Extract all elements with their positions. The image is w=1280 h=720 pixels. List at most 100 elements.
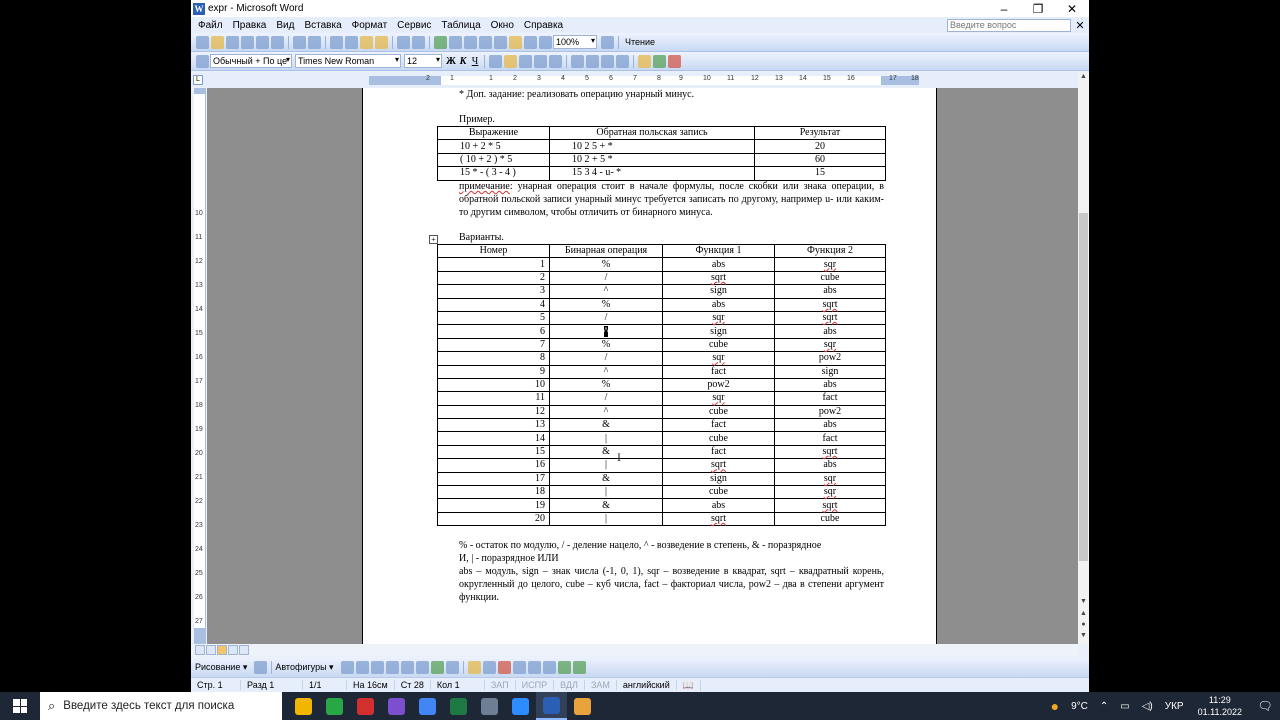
line-color-icon[interactable]: [482, 660, 496, 674]
spelling-status-icon[interactable]: 📖: [677, 679, 701, 691]
help-icon[interactable]: [601, 35, 614, 49]
reading-view-icon[interactable]: [239, 645, 249, 655]
status-trk[interactable]: ИСПР: [516, 680, 555, 690]
menu-format[interactable]: Формат: [347, 20, 393, 31]
network-icon[interactable]: ▭: [1114, 701, 1135, 712]
variants-table[interactable]: Номер Бинарная операция Функция 1 Функци…: [437, 243, 886, 527]
media-icon[interactable]: [474, 692, 505, 720]
format-painter-icon[interactable]: [375, 35, 388, 49]
oval-icon[interactable]: [385, 660, 399, 674]
borders-icon[interactable]: [638, 54, 651, 68]
permission-icon[interactable]: [241, 35, 254, 49]
redo-icon[interactable]: [412, 35, 425, 49]
cloud-app-icon[interactable]: [567, 692, 598, 720]
scroll-thumb[interactable]: [1079, 213, 1088, 561]
minimize-button[interactable]: –: [987, 2, 1021, 16]
opera-icon[interactable]: [350, 692, 381, 720]
picture-icon[interactable]: [445, 660, 459, 674]
file-explorer-icon[interactable]: [288, 692, 319, 720]
start-button[interactable]: [0, 692, 40, 720]
styles-icon[interactable]: [196, 54, 209, 68]
word-icon[interactable]: [536, 692, 567, 720]
tray-chevron-icon[interactable]: ⌃: [1094, 701, 1114, 712]
chrome-icon[interactable]: [412, 692, 443, 720]
wordart-icon[interactable]: [415, 660, 429, 674]
close-button[interactable]: ✕: [1055, 2, 1089, 16]
table-move-handle-icon[interactable]: +: [429, 235, 438, 244]
web-view-icon[interactable]: [206, 645, 216, 655]
spelling-icon[interactable]: [293, 35, 306, 49]
bullets-icon[interactable]: [586, 54, 599, 68]
cut-icon[interactable]: [330, 35, 343, 49]
menu-view[interactable]: Вид: [271, 20, 299, 31]
increase-indent-icon[interactable]: [616, 54, 629, 68]
font-color-icon[interactable]: [668, 54, 681, 68]
undo-icon[interactable]: [397, 35, 410, 49]
next-page-icon[interactable]: ▼: [1078, 632, 1089, 639]
bold-button[interactable]: Ж: [445, 56, 457, 67]
viber-icon[interactable]: [381, 692, 412, 720]
font-select[interactable]: Times New Roman: [295, 54, 401, 68]
style-select[interactable]: Обычный + По це: [210, 54, 292, 68]
weather-icon[interactable]: ●: [1045, 698, 1065, 714]
3d-icon[interactable]: [572, 660, 586, 674]
decrease-indent-icon[interactable]: [601, 54, 614, 68]
document-map-icon[interactable]: [524, 35, 537, 49]
arrow-icon[interactable]: [355, 660, 369, 674]
show-hide-icon[interactable]: [539, 35, 552, 49]
menu-help[interactable]: Справка: [519, 20, 568, 31]
normal-view-icon[interactable]: [195, 645, 205, 655]
new-doc-icon[interactable]: [196, 35, 209, 49]
clipart-icon[interactable]: [430, 660, 444, 674]
horizontal-scrollbar[interactable]: [191, 644, 1078, 656]
tables-borders-icon[interactable]: [449, 35, 462, 49]
maximize-button[interactable]: ❐: [1021, 2, 1055, 16]
menu-file[interactable]: Файл: [193, 20, 228, 31]
insert-table-icon[interactable]: [464, 35, 477, 49]
prev-page-icon[interactable]: ▲: [1078, 610, 1089, 617]
highlight-icon[interactable]: [653, 54, 666, 68]
volume-icon[interactable]: ◁): [1136, 701, 1159, 712]
spreadsheet-app-icon[interactable]: [319, 692, 350, 720]
select-objects-icon[interactable]: [254, 660, 268, 674]
status-language[interactable]: английский: [617, 680, 677, 690]
columns-icon[interactable]: [494, 35, 507, 49]
status-ext[interactable]: ВДЛ: [554, 680, 585, 690]
shadow-icon[interactable]: [557, 660, 571, 674]
menu-edit[interactable]: Правка: [228, 20, 272, 31]
save-icon[interactable]: [226, 35, 239, 49]
autoshapes-menu[interactable]: Автофигуры ▾: [275, 662, 333, 673]
font-color-draw-icon[interactable]: [497, 660, 511, 674]
taskbar-search[interactable]: ⌕ Введите здесь текст для поиска: [40, 692, 282, 720]
print-preview-icon[interactable]: [271, 35, 284, 49]
clock[interactable]: 11:29 01.11.2022: [1190, 694, 1250, 718]
document-area[interactable]: * Доп. задание: реализовать операцию уна…: [207, 88, 1078, 644]
select-browse-object-icon[interactable]: ●: [1078, 621, 1089, 628]
zoom-select[interactable]: 100%: [553, 35, 597, 49]
font-size-select[interactable]: 12: [404, 54, 442, 68]
numbering-icon[interactable]: [571, 54, 584, 68]
print-icon[interactable]: [256, 35, 269, 49]
horizontal-ruler[interactable]: L 2 1 1 2 3 4 5 6 7 8 9 10 11 12 13 14 1…: [191, 73, 1089, 87]
dash-style-icon[interactable]: [527, 660, 541, 674]
menu-tools[interactable]: Сервис: [392, 20, 436, 31]
scroll-up-icon[interactable]: ▲: [1078, 73, 1089, 80]
drawing-icon[interactable]: [509, 35, 522, 49]
align-right-icon[interactable]: [519, 54, 532, 68]
status-rec[interactable]: ЗАП: [485, 680, 516, 690]
vertical-scrollbar[interactable]: ▲ ▼ ▲ ● ▼: [1078, 73, 1089, 644]
input-language[interactable]: УКР: [1159, 701, 1190, 712]
vertical-ruler[interactable]: 10 11 12 13 14 15 16 17 18 19 20 21 22 2…: [194, 88, 206, 644]
scroll-down-icon[interactable]: ▼: [1078, 598, 1089, 605]
paste-icon[interactable]: [360, 35, 373, 49]
menu-table[interactable]: Таблица: [436, 20, 485, 31]
arrow-style-icon[interactable]: [542, 660, 556, 674]
drawing-menu[interactable]: Рисование ▾: [195, 662, 247, 673]
align-left-icon[interactable]: [489, 54, 502, 68]
print-layout-icon[interactable]: [217, 645, 227, 655]
menu-window[interactable]: Окно: [486, 20, 519, 31]
align-center-icon[interactable]: [504, 54, 517, 68]
outline-view-icon[interactable]: [228, 645, 238, 655]
insert-excel-icon[interactable]: [479, 35, 492, 49]
line-style-icon[interactable]: [512, 660, 526, 674]
